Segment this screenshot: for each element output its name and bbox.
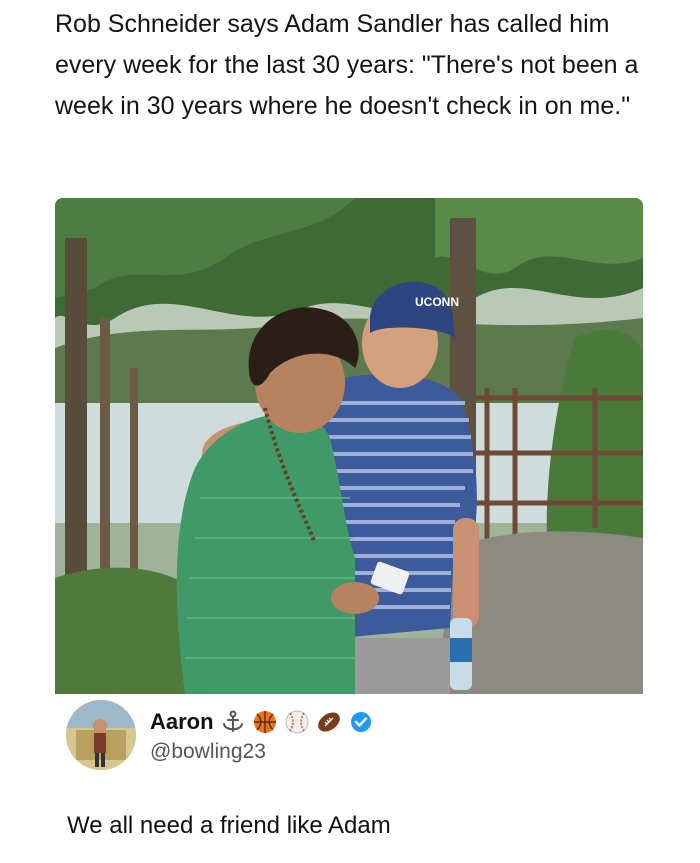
cap-logo: UCONN (415, 295, 459, 309)
avatar[interactable] (66, 700, 136, 770)
baseball-icon (284, 709, 310, 735)
tweet-author: Aaron @bowling23 (66, 700, 626, 780)
avatar-image (66, 700, 136, 770)
football-icon (316, 709, 342, 735)
author-handle[interactable]: @bowling23 (150, 740, 266, 764)
author-name[interactable]: Aaron (150, 709, 214, 735)
post-photo[interactable]: UCONN (55, 198, 643, 694)
verified-badge-icon (348, 709, 374, 735)
anchor-icon (220, 709, 246, 735)
tweet-text: We all need a friend like Adam (67, 812, 391, 839)
author-name-row: Aaron (150, 706, 374, 738)
photo-illustration: UCONN (55, 198, 643, 694)
basketball-icon (252, 709, 278, 735)
headline: Rob Schneider says Adam Sandler has call… (55, 10, 639, 120)
